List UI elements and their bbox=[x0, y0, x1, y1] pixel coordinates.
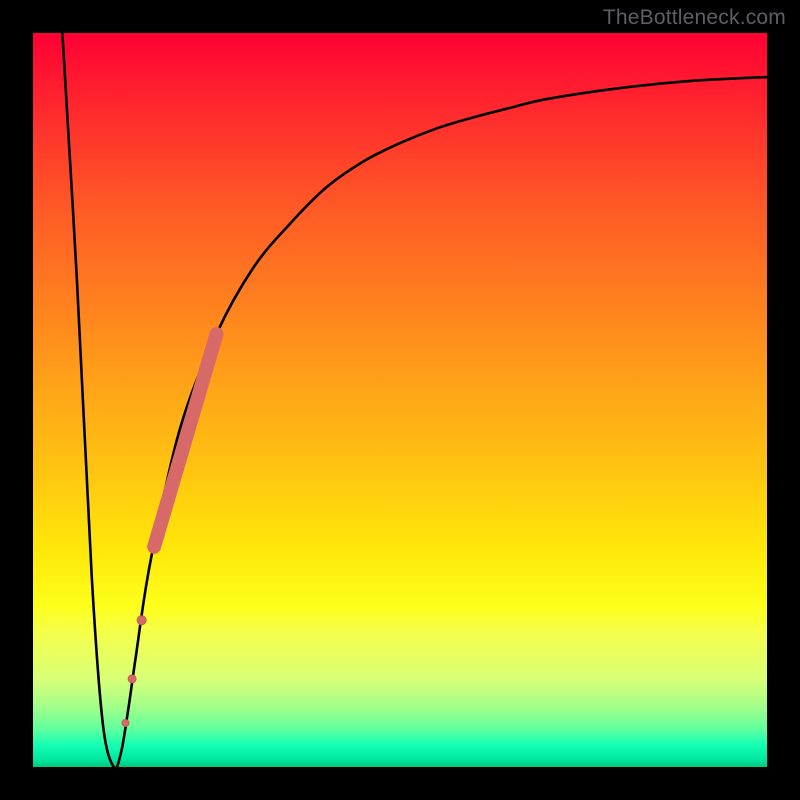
chart-svg bbox=[33, 33, 767, 767]
highlight-segment bbox=[154, 334, 216, 547]
highlight-dot bbox=[122, 719, 129, 726]
watermark-text: TheBottleneck.com bbox=[603, 6, 786, 30]
highlight-dot bbox=[128, 675, 136, 683]
plot-area bbox=[33, 33, 767, 767]
bottleneck-curve bbox=[62, 33, 767, 768]
highlight-dot bbox=[137, 616, 146, 625]
chart-frame: TheBottleneck.com bbox=[0, 0, 800, 800]
